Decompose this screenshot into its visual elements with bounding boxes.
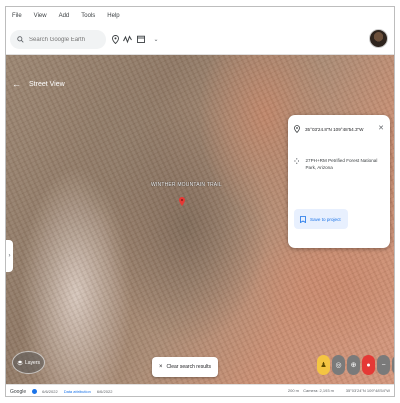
chevron-down-icon[interactable]: ⌄ [151, 34, 161, 44]
card-coordinates: 35°03'24.8"N 109°48'54.3"W [305, 126, 364, 132]
path-icon[interactable] [122, 34, 132, 44]
data-attribution-link[interactable]: Data attribution [64, 389, 91, 394]
avatar[interactable] [369, 29, 388, 48]
clear-search-results-label: Clear search results [166, 364, 211, 370]
map-place-label[interactable]: WINTHER MOUNTAIN TRAIL [151, 182, 222, 188]
record-icon[interactable]: ● [362, 355, 375, 375]
toolbar: ⌄ [6, 25, 394, 55]
close-icon[interactable]: ✕ [378, 124, 384, 132]
search-icon [17, 36, 24, 43]
imagery-date: 6/6/2022 [42, 389, 58, 394]
bookmark-icon [300, 215, 306, 223]
save-to-project-button[interactable]: Save to project [294, 209, 348, 229]
layers-icon [17, 360, 23, 365]
camera-altitude: Camera: 2,193 m [303, 388, 334, 393]
plus-code-icon [294, 158, 300, 164]
side-panel-toggle[interactable]: › [6, 240, 13, 272]
location-outline-icon [294, 125, 300, 133]
status-segment: 6/6/2022 [96, 389, 113, 394]
street-view-title: Street View [29, 80, 65, 88]
address-row: 27PH+RM Petrified Forest National Park, … [294, 157, 384, 171]
zoom-out-button[interactable]: − [377, 355, 390, 375]
location-card: 35°03'24.8"N 109°48'54.3"W ✕ 27PH+RM Pet… [288, 115, 390, 248]
cursor-coordinates: 35°03'24"N 109°48'54"W [345, 388, 390, 393]
card-address: 27PH+RM Petrified Forest National Park, … [305, 158, 378, 170]
menu-tools[interactable]: Tools [81, 13, 95, 19]
clear-search-results-button[interactable]: × Clear search results [152, 357, 218, 377]
pegman-icon[interactable]: ♟ [317, 355, 330, 375]
layers-button[interactable]: Layers [12, 351, 45, 374]
search-input[interactable] [29, 36, 99, 43]
coordinates-row: 35°03'24.8"N 109°48'54.3"W ✕ [294, 125, 384, 133]
menu-file[interactable]: File [12, 13, 22, 19]
back-arrow-icon[interactable]: ← [12, 79, 21, 89]
close-icon: × [159, 364, 163, 370]
layers-label: Layers [24, 359, 40, 366]
location-icon[interactable]: ⊕ [347, 355, 360, 375]
status-bar: Google 6/6/2022 Data attribution 6/6/202… [6, 384, 394, 396]
google-logo: Google [10, 388, 27, 395]
calendar-icon[interactable] [136, 34, 146, 44]
menu-help[interactable]: Help [107, 13, 119, 19]
location-pin-icon[interactable] [179, 197, 185, 206]
save-to-project-label: Save to project [310, 216, 341, 222]
menu-add[interactable]: Add [59, 13, 70, 19]
scale-bar: 200 m [287, 388, 299, 393]
zoom-in-button[interactable]: + [392, 355, 394, 375]
map-view[interactable]: ← Street View WINTHER MOUNTAIN TRAIL › 3… [6, 55, 394, 384]
search-box[interactable] [10, 30, 106, 49]
menu-view[interactable]: View [34, 13, 47, 19]
globe-icon [32, 389, 38, 394]
street-view-header: ← Street View [12, 79, 65, 89]
menu-bar: File View Add Tools Help [6, 7, 394, 25]
app-window: File View Add Tools Help ⌄ ← Street View [5, 6, 395, 397]
chevron-right-icon: › [8, 253, 11, 259]
compass-icon[interactable]: ◎ [332, 355, 345, 375]
placemark-icon[interactable] [110, 34, 120, 44]
